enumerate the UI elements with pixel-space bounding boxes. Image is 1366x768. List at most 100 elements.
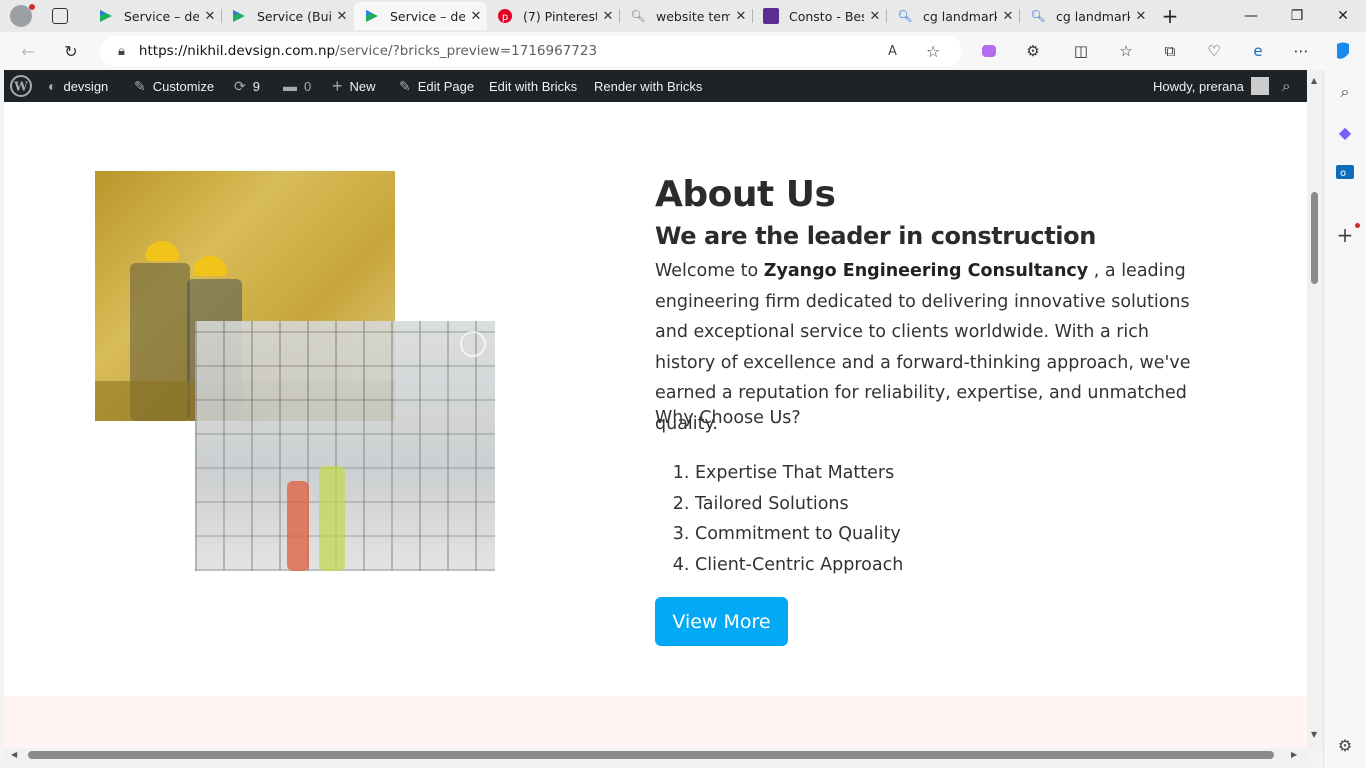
list-item: Tailored Solutions [695, 489, 903, 520]
scroll-up-arrow-icon[interactable]: ▲ [1311, 76, 1317, 85]
next-section-band [4, 696, 1307, 748]
scroll-right-arrow-icon[interactable]: ▶ [1291, 750, 1297, 759]
reasons-list: Expertise That Matters Tailored Solution… [695, 458, 903, 580]
new-label: New [349, 78, 376, 94]
close-tab-icon[interactable]: ✕ [199, 9, 221, 24]
company-name: Zyango Engineering Consultancy [763, 261, 1089, 281]
lock-icon[interactable]: 🔒︎ [118, 44, 125, 59]
wp-edit-with-bricks[interactable]: Edit with Bricks [489, 70, 577, 102]
restore-icon[interactable]: ❐ [1274, 0, 1320, 32]
list-item: Expertise That Matters [695, 458, 903, 489]
browser-tab-4[interactable]: p (7) Pinterest ✕ [487, 2, 619, 30]
pinterest-icon: p [497, 8, 513, 24]
wp-updates[interactable]: ⟳ 9 [234, 70, 260, 102]
settings-gear-icon[interactable]: ⚙ [1335, 735, 1355, 755]
copilot-extension-icon[interactable] [979, 41, 999, 61]
tab-title: website template [656, 8, 730, 24]
close-tab-icon[interactable]: ✕ [1130, 9, 1152, 24]
browser-tab-7[interactable]: 🔍︎ cg landmark ✕ [887, 2, 1019, 30]
updates-count: 9 [252, 78, 260, 94]
wp-site-name[interactable]: ◐ devsign [48, 70, 108, 102]
outlook-icon[interactable]: o [1335, 162, 1355, 182]
user-avatar [1250, 77, 1269, 95]
favorite-star-icon[interactable]: ☆ [926, 42, 940, 61]
tab-actions-icon[interactable] [52, 8, 68, 24]
add-sidebar-app-icon[interactable]: + [1335, 223, 1355, 247]
read-aloud-icon[interactable]: A [888, 44, 897, 59]
pencil-icon: ✎ [399, 77, 411, 94]
wordpress-logo-icon[interactable]: W [10, 70, 32, 102]
copilot-icon[interactable] [1333, 41, 1353, 61]
edge-sidebar-icon[interactable]: e [1248, 41, 1268, 61]
bricks-icon [98, 8, 114, 24]
wp-render-with-bricks[interactable]: Render with Bricks [594, 70, 702, 102]
browser-essentials-icon[interactable]: ♡ [1204, 41, 1224, 61]
wp-comments[interactable]: ▬ 0 [283, 70, 311, 102]
wp-search-icon[interactable]: ⌕ [1282, 70, 1290, 102]
favorites-icon[interactable]: ☆ [1116, 41, 1136, 61]
browser-tab-8[interactable]: 🔍︎ cg landmark ✕ [1020, 2, 1152, 30]
search-icon: 🔍︎ [897, 9, 913, 23]
updates-refresh-icon: ⟳ [234, 77, 246, 94]
copilot-sidebar-icon[interactable]: ◆ [1335, 122, 1355, 142]
dashboard-gauge-icon: ◐ [48, 78, 57, 94]
back-arrow-icon[interactable]: ← [15, 39, 41, 63]
wp-new[interactable]: + New [332, 70, 376, 102]
wp-edit-page[interactable]: ✎ Edit Page [399, 70, 474, 102]
scroll-down-arrow-icon[interactable]: ▼ [1311, 730, 1317, 739]
wp-customize[interactable]: ✎ Customize [134, 70, 214, 102]
browser-tab-5[interactable]: 🔍︎ website template ✕ [620, 2, 752, 30]
comment-bubble-icon: ▬ [283, 78, 297, 94]
split-screen-icon[interactable]: ◫ [1071, 41, 1091, 61]
address-bar[interactable]: 🔒︎ https://nikhil.devsign.com.np/service… [100, 36, 962, 66]
close-window-icon[interactable]: ✕ [1320, 0, 1366, 32]
browser-tab-3-active[interactable]: Service – devsign ✕ [354, 2, 487, 30]
hard-hat [193, 256, 227, 276]
scaffolding-photo [195, 321, 495, 571]
bricks-icon [364, 8, 380, 24]
close-tab-icon[interactable]: ✕ [331, 9, 353, 24]
vertical-scrollbar[interactable]: ▲ ▼ [1307, 70, 1323, 748]
notification-dot-icon [29, 4, 35, 10]
close-tab-icon[interactable]: ✕ [597, 9, 619, 24]
vertical-scroll-thumb[interactable] [1311, 192, 1318, 284]
collections-icon[interactable]: ⧉ [1160, 41, 1180, 61]
customize-label: Customize [152, 78, 215, 94]
close-tab-icon[interactable]: ✕ [730, 9, 752, 24]
howdy-label: Howdy, prerana [1153, 78, 1244, 94]
list-item: Commitment to Quality [695, 519, 903, 550]
brush-icon: ✎ [134, 77, 146, 94]
refresh-icon[interactable]: ↻ [58, 39, 84, 63]
render-with-bricks-label: Render with Bricks [594, 78, 703, 94]
close-tab-icon[interactable]: ✕ [465, 9, 487, 24]
browser-tab-2[interactable]: Service (Builder) ✕ [221, 2, 353, 30]
scroll-left-arrow-icon[interactable]: ◀ [11, 750, 17, 759]
url-host: https://nikhil.devsign.com.np [138, 43, 336, 59]
browser-toolbar: ← ↻ 🔒︎ https://nikhil.devsign.com.np/ser… [0, 32, 1366, 70]
horizontal-scroll-thumb[interactable] [28, 751, 1274, 759]
close-tab-icon[interactable]: ✕ [997, 9, 1019, 24]
close-tab-icon[interactable]: ✕ [864, 9, 886, 24]
new-tab-plus-icon[interactable]: + [1150, 0, 1190, 32]
scaffold-pattern [195, 321, 495, 571]
wp-account[interactable]: Howdy, prerana [1153, 70, 1269, 102]
view-more-button[interactable]: View More [655, 597, 788, 646]
worker-figure [319, 466, 345, 571]
about-title: About Us [655, 174, 836, 215]
browser-tab-1[interactable]: Service – devsign ✕ [88, 2, 221, 30]
horizontal-scrollbar[interactable]: ◀ ▶ [4, 748, 1307, 762]
worker-figure [287, 481, 309, 571]
hard-hat [145, 241, 179, 261]
plus-icon: + [332, 75, 343, 96]
comments-count: 0 [304, 78, 312, 94]
extensions-puzzle-icon[interactable]: ⚙ [1023, 41, 1043, 61]
about-subtitle: We are the leader in construction [655, 222, 1096, 250]
search-icon[interactable]: ⌕ [1335, 82, 1355, 102]
minimize-icon[interactable]: — [1228, 0, 1274, 32]
browser-tab-6[interactable]: Consto - Best ✕ [753, 2, 886, 30]
tab-title: Service – devsign [124, 8, 199, 24]
browser-tab-bar: Service – devsign ✕ Service (Builder) ✕ … [0, 0, 1366, 32]
photo-badge-icon [460, 331, 486, 357]
bricks-icon [231, 8, 247, 24]
more-options-icon[interactable]: ⋯ [1291, 41, 1311, 61]
